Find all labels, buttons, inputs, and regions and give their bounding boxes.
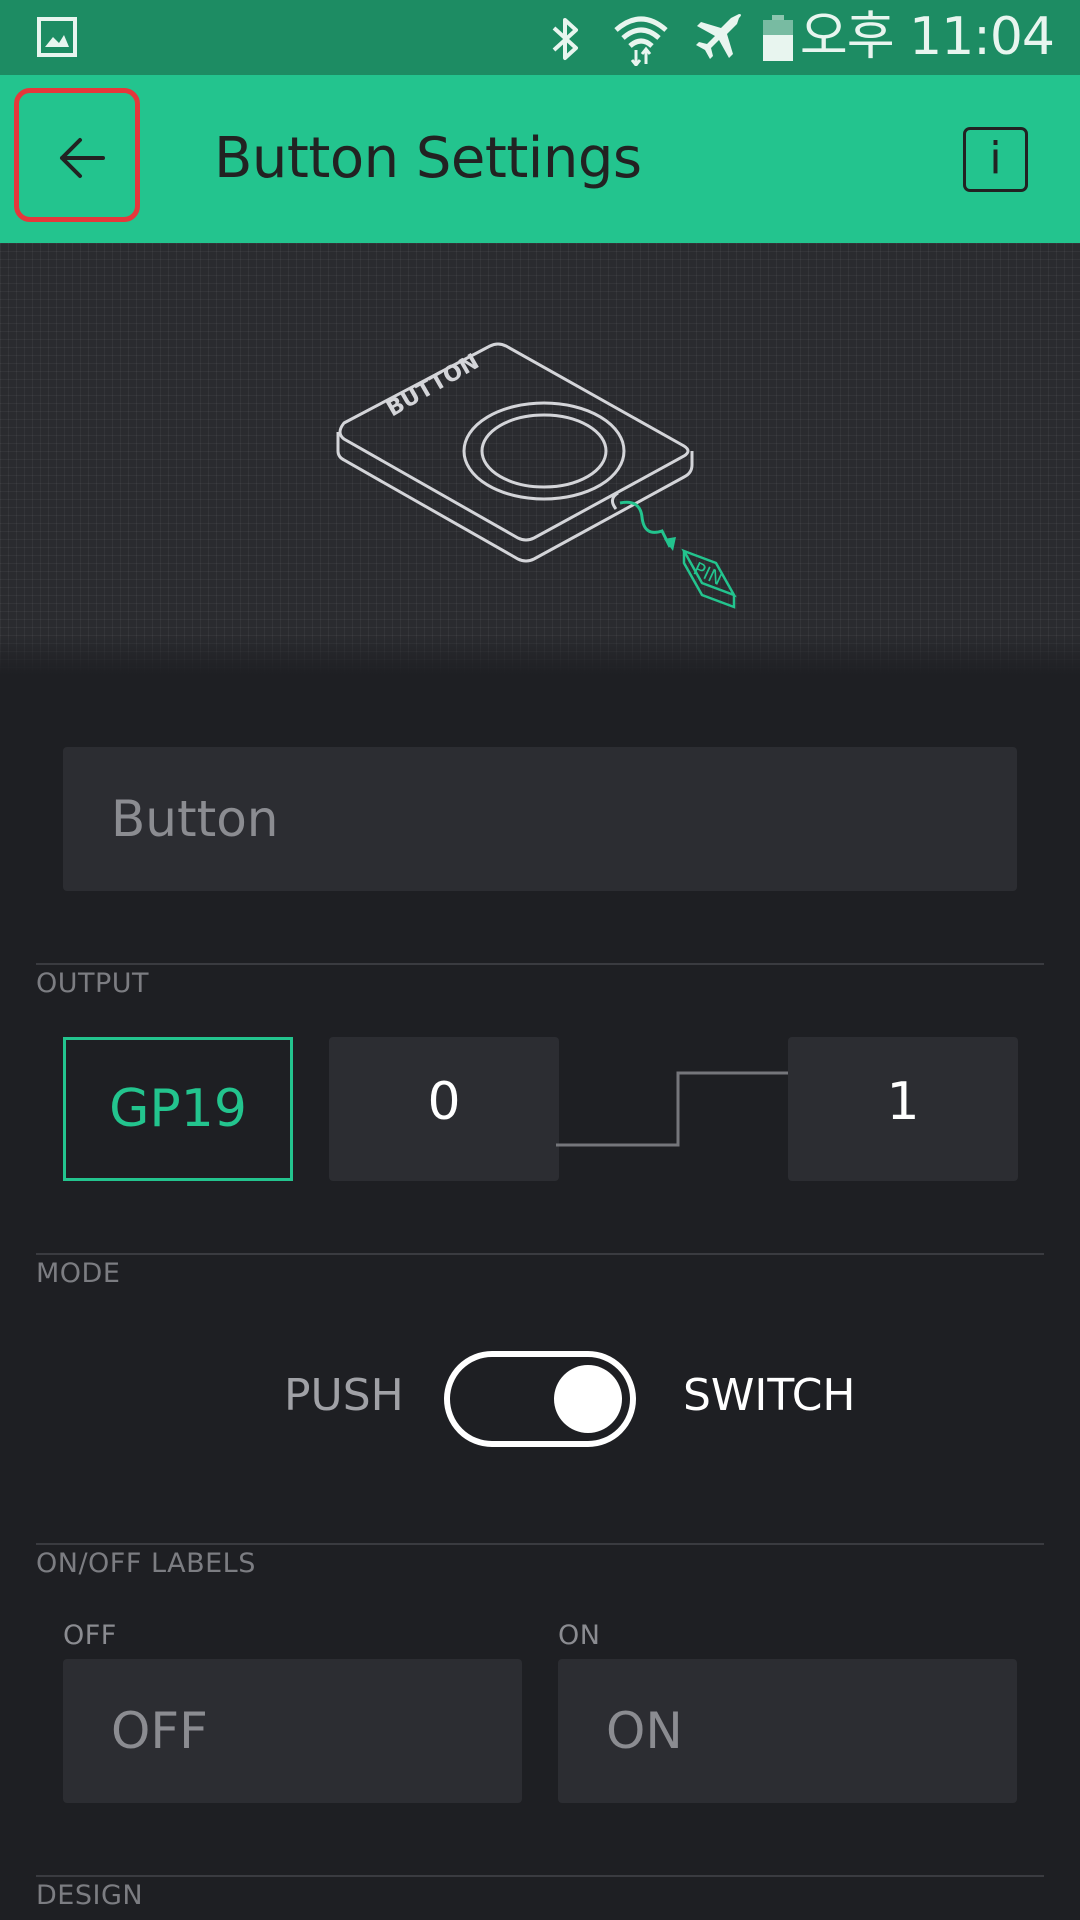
mode-toggle-switch[interactable] [444, 1351, 636, 1447]
toggle-knob [554, 1365, 622, 1433]
on-label-field[interactable]: ON [558, 1659, 1017, 1803]
off-label-field[interactable]: OFF [63, 1659, 522, 1803]
info-button[interactable]: i [963, 127, 1028, 192]
status-time: 오후 11:04 [799, 7, 1055, 67]
widget-name-field[interactable]: Button [63, 747, 1017, 891]
output-pin-button[interactable]: GP19 [63, 1037, 293, 1181]
divider [36, 1543, 1044, 1545]
output-high-value-field[interactable]: 1 [788, 1037, 1018, 1181]
mode-switch-label[interactable]: SWITCH [683, 1370, 856, 1421]
on-label-value: ON [606, 1702, 683, 1760]
divider [36, 1253, 1044, 1255]
app-bar: Button Settings i [0, 75, 1080, 243]
divider [36, 1875, 1044, 1877]
labels-section-label: ON/OFF LABELS [36, 1548, 256, 1579]
airplane-icon [696, 14, 741, 59]
battery-icon [763, 15, 793, 61]
off-label-caption: OFF [63, 1620, 117, 1651]
divider [36, 963, 1044, 965]
widget-preview: BUTTON PIN [0, 243, 1080, 675]
mode-push-label[interactable]: PUSH [284, 1370, 404, 1421]
bluetooth-icon [552, 18, 578, 60]
design-section-label: DESIGN [36, 1880, 144, 1911]
output-low-value-field[interactable]: 0 [329, 1037, 559, 1181]
device-label: BUTTON [383, 349, 484, 422]
mode-section-label: MODE [36, 1258, 121, 1289]
button-device-illustration: BUTTON PIN [336, 342, 737, 609]
arrow-left-icon [60, 138, 105, 178]
page-title: Button Settings [214, 126, 642, 191]
back-button[interactable] [14, 88, 140, 222]
on-label-caption: ON [558, 1620, 601, 1651]
wifi-icon [614, 16, 668, 66]
signal-step-connector [556, 1071, 788, 1147]
status-bar: 오후 11:04 [0, 0, 1080, 75]
off-label-value: OFF [111, 1702, 208, 1760]
widget-name-value: Button [111, 790, 279, 848]
gallery-icon [37, 17, 77, 57]
output-section-label: OUTPUT [36, 968, 150, 999]
